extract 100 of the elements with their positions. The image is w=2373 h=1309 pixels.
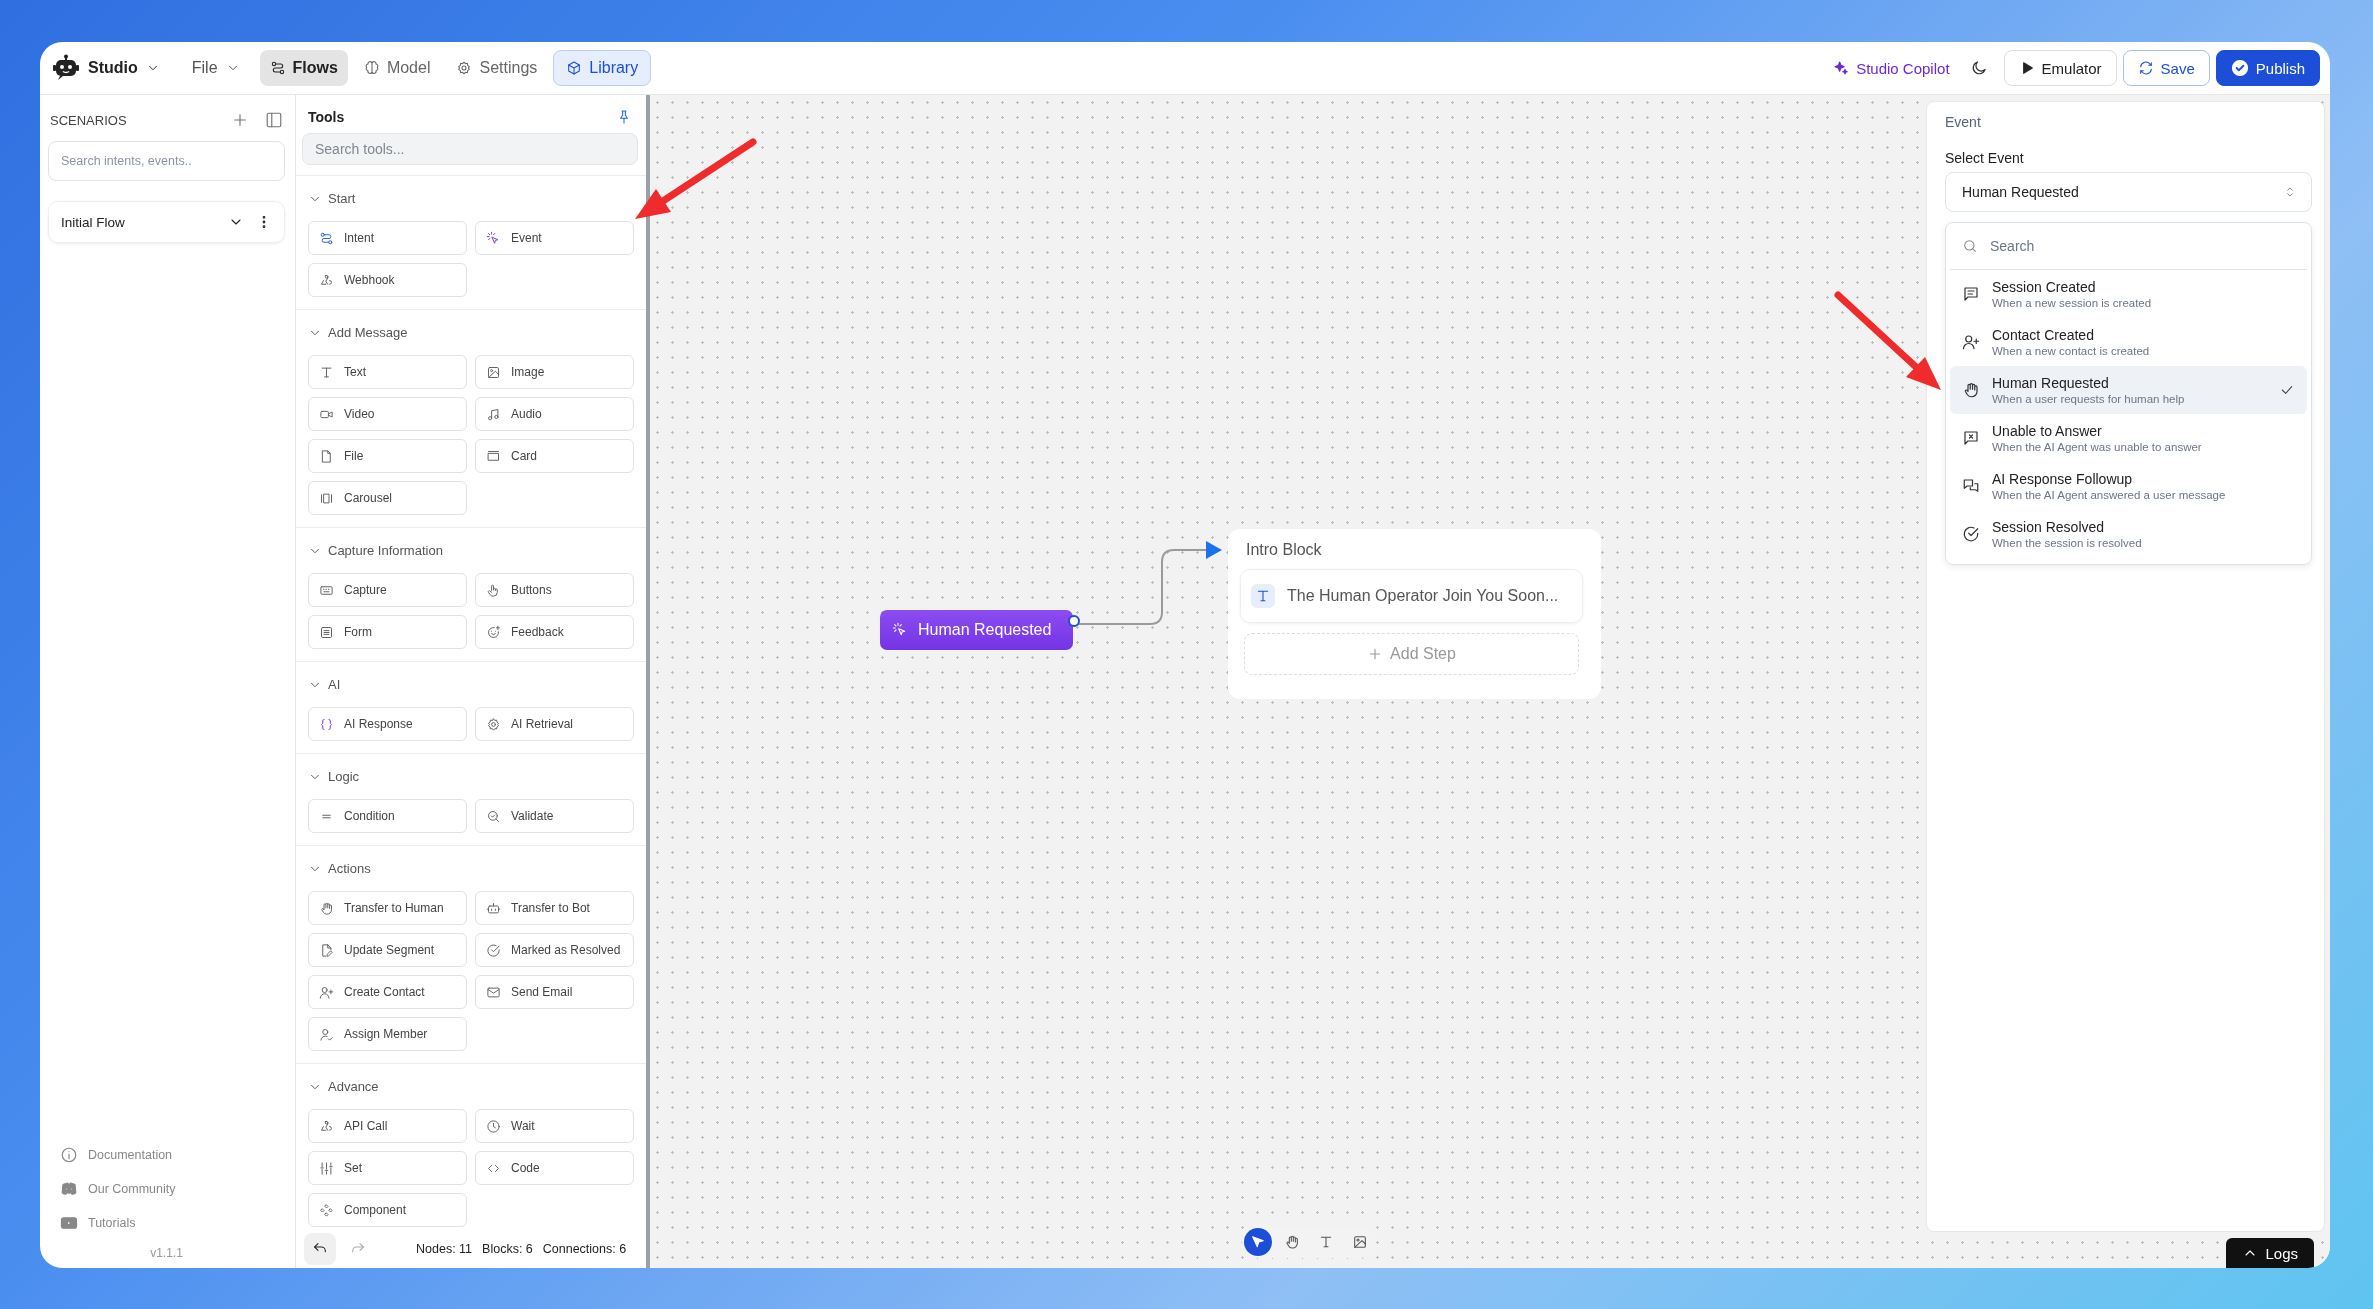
tool-button[interactable]: Audio — [475, 397, 634, 431]
tool-button[interactable]: Feedback — [475, 615, 634, 649]
event-option[interactable]: AI Response Followup When the AI Agent answered a user message — [1950, 462, 2307, 510]
hand-icon — [1284, 1234, 1300, 1250]
tool-button[interactable]: Assign Member — [308, 1017, 467, 1051]
event-select[interactable]: Human Requested — [1945, 172, 2312, 212]
event-option[interactable]: Session Created When a new session is created — [1950, 270, 2307, 318]
robot-icon — [486, 900, 501, 916]
nav-tab[interactable]: Settings — [446, 50, 548, 86]
event-option[interactable]: Contact Created When a new contact is created — [1950, 318, 2307, 366]
tool-button[interactable]: Intent — [308, 221, 467, 255]
event-option[interactable]: Unable to Answer When the AI Agent was unable to answer — [1950, 414, 2307, 462]
section-header[interactable]: Capture Information — [308, 528, 443, 573]
section-header[interactable]: Advance — [308, 1064, 379, 1109]
tool-button[interactable]: API Call — [308, 1109, 467, 1143]
option-description: When the AI Agent was unable to answer — [1992, 441, 2203, 453]
info-icon — [60, 1146, 78, 1164]
tool-button[interactable]: Create Contact — [308, 975, 467, 1009]
studio-menu[interactable]: Studio — [52, 54, 160, 82]
library-button[interactable]: Library — [553, 50, 652, 86]
emulator-button[interactable]: Emulator — [2003, 50, 2117, 86]
block-node[interactable]: Intro Block The Human Operator Join You Soon... Add Step — [1228, 529, 1601, 699]
messages-icon — [1962, 477, 1980, 495]
section-header[interactable]: Logic — [308, 754, 360, 799]
section-header[interactable]: Add Message — [308, 310, 408, 355]
tool-button[interactable]: Condition — [308, 799, 467, 833]
stat-label: Blocks: 6 — [482, 1242, 533, 1256]
text-step[interactable]: The Human Operator Join You Soon... — [1240, 569, 1583, 623]
event-option[interactable]: Session Resolved When the session is resolved — [1950, 510, 2307, 558]
tool-button[interactable]: Transfer to Bot — [475, 891, 634, 925]
trigger-node[interactable]: Human Requested — [880, 610, 1073, 650]
option-title: Session Resolved — [1992, 519, 2106, 535]
tool-button[interactable]: Carousel — [308, 481, 467, 515]
text-icon — [319, 364, 334, 380]
tool-button[interactable]: Update Segment — [308, 933, 467, 967]
check-circle-icon — [2230, 59, 2249, 77]
user-plus-icon — [1962, 333, 1980, 351]
version-label: v1.1.1 — [150, 1246, 183, 1260]
robot-logo-icon — [52, 54, 80, 82]
cursor-tool-button[interactable] — [1244, 1228, 1272, 1256]
clock-icon — [486, 1118, 501, 1134]
copilot-button[interactable]: Studio Copilot — [1833, 59, 1950, 77]
save-button[interactable]: Save — [2122, 50, 2210, 86]
stat-label: Connections: 6 — [542, 1242, 627, 1256]
tool-button[interactable]: Transfer to Human — [308, 891, 467, 925]
tool-button[interactable]: Buttons — [475, 573, 634, 607]
hand-icon — [1962, 381, 1980, 399]
tool-button[interactable]: File — [308, 439, 467, 473]
option-description: When a new session is created — [1992, 297, 2153, 309]
tool-button[interactable]: Capture — [308, 573, 467, 607]
carousel-icon — [319, 490, 334, 506]
help-link[interactable]: Documentation — [48, 1138, 285, 1172]
tool-button[interactable]: Validate — [475, 799, 634, 833]
tool-button[interactable]: Form — [308, 615, 467, 649]
tool-button[interactable]: Card — [475, 439, 634, 473]
component-icon — [319, 1202, 334, 1218]
help-link[interactable]: Tutorials — [48, 1206, 285, 1240]
section-header[interactable]: Start — [308, 176, 356, 221]
check-circle-icon — [486, 942, 501, 958]
section-header[interactable]: AI — [308, 662, 341, 707]
user-plus-icon — [319, 984, 334, 1000]
tool-button[interactable]: AI Retrieval — [475, 707, 634, 741]
tool-button[interactable]: Webhook — [308, 263, 467, 297]
flow-item[interactable]: Initial Flow — [48, 201, 285, 243]
cursor-click-icon — [486, 230, 501, 246]
nav-tab[interactable]: Model — [353, 50, 441, 86]
search-icon — [1962, 238, 1978, 254]
section-header[interactable]: Actions — [308, 846, 371, 891]
tool-button[interactable]: AI Response — [308, 707, 467, 741]
file-menu[interactable]: File — [185, 59, 246, 77]
tool-button[interactable]: Event — [475, 221, 634, 255]
event-option[interactable]: Human Requested When a user requests for human help — [1950, 366, 2307, 414]
option-description: When the AI Agent answered a user message — [1992, 489, 2227, 501]
undo-button[interactable] — [304, 1233, 336, 1265]
gear-icon — [456, 60, 473, 76]
logs-button[interactable]: Logs — [2226, 1238, 2314, 1268]
form-icon — [319, 624, 334, 640]
tool-button[interactable]: Video — [308, 397, 467, 431]
webhook-icon — [319, 272, 334, 288]
tool-button[interactable]: Code — [475, 1151, 634, 1185]
search-field[interactable]: Search tools... — [302, 133, 638, 165]
sidebar-toggle-icon[interactable] — [265, 111, 283, 129]
field-label: Select Event — [1945, 150, 2025, 166]
text-icon — [1251, 584, 1275, 608]
flow-name: Initial Flow — [61, 214, 126, 230]
search-field[interactable]: Search intents, events.. — [48, 141, 285, 181]
gear-icon — [486, 716, 501, 732]
publish-button[interactable]: Publish — [2215, 50, 2320, 86]
tool-button[interactable]: Send Email — [475, 975, 634, 1009]
nav-tab[interactable]: Flows — [259, 50, 348, 86]
option-title: AI Response Followup — [1992, 471, 2134, 487]
search-check-icon — [486, 808, 501, 824]
video-play-icon — [60, 1214, 78, 1232]
tool-button[interactable]: Set — [308, 1151, 467, 1185]
tool-button[interactable]: Image — [475, 355, 634, 389]
tool-button[interactable]: Component — [308, 1193, 467, 1227]
tool-button[interactable]: Marked as Resolved — [475, 933, 634, 967]
tool-button[interactable]: Wait — [475, 1109, 634, 1143]
help-link[interactable]: Our Community — [48, 1172, 285, 1206]
tool-button[interactable]: Text — [308, 355, 467, 389]
